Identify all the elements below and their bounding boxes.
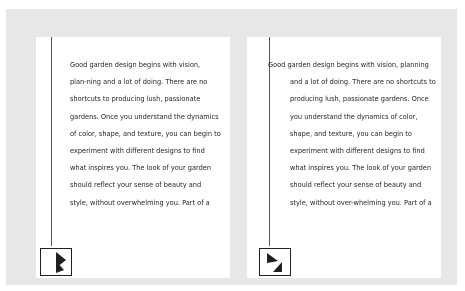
text-line: experiment with different designs to fin… (70, 147, 205, 156)
text-line: style, without over-whelming you. Part o… (290, 198, 432, 207)
indent-marker-box (259, 248, 291, 276)
text-frame: Good garden design begins with vision, p… (268, 57, 436, 212)
text-line: should reflect your sense of beauty and (290, 181, 422, 190)
text-line: Good garden design begins with vision, (70, 61, 201, 69)
text-line: experiment with different designs to fin… (290, 147, 425, 156)
text-line: gardens. Once you understand the dynamic… (70, 112, 219, 121)
text-line: producing lush, passionate gardens. Once (290, 95, 429, 104)
text-line: should reflect your sense of beauty and (70, 181, 202, 190)
arrow-pointer-icon (56, 252, 66, 273)
page-right: Good garden design begins with vision, p… (247, 37, 441, 278)
text-line: what inspires you. The look of your gard… (70, 164, 212, 173)
text-line: style, without overwhelming you. Part of… (70, 198, 210, 207)
hanging-indent-icon (267, 253, 282, 272)
text-frame: Good garden design begins with vision, p… (70, 57, 221, 212)
text-line: of color, shape, and texture, you can be… (70, 129, 221, 138)
text-line: shortcuts to producing lush, passionate (70, 95, 201, 104)
illustration-canvas: Good garden design begins with vision, p… (6, 9, 457, 285)
margin-guide (51, 37, 52, 246)
text-line: Good garden design begins with vision, p… (268, 61, 429, 69)
text-line: shape, and texture, you can begin to (290, 129, 412, 138)
text-line: and a lot of doing. There are no shortcu… (290, 78, 436, 87)
text-line: you understand the dynamics of color, (290, 112, 418, 121)
indent-marker-box (40, 248, 72, 276)
text-line: what inspires you. The look of your gard… (290, 164, 432, 173)
text-line: plan-ning and a lot of doing. There are … (70, 78, 208, 87)
page-left: Good garden design begins with vision, p… (36, 37, 230, 278)
